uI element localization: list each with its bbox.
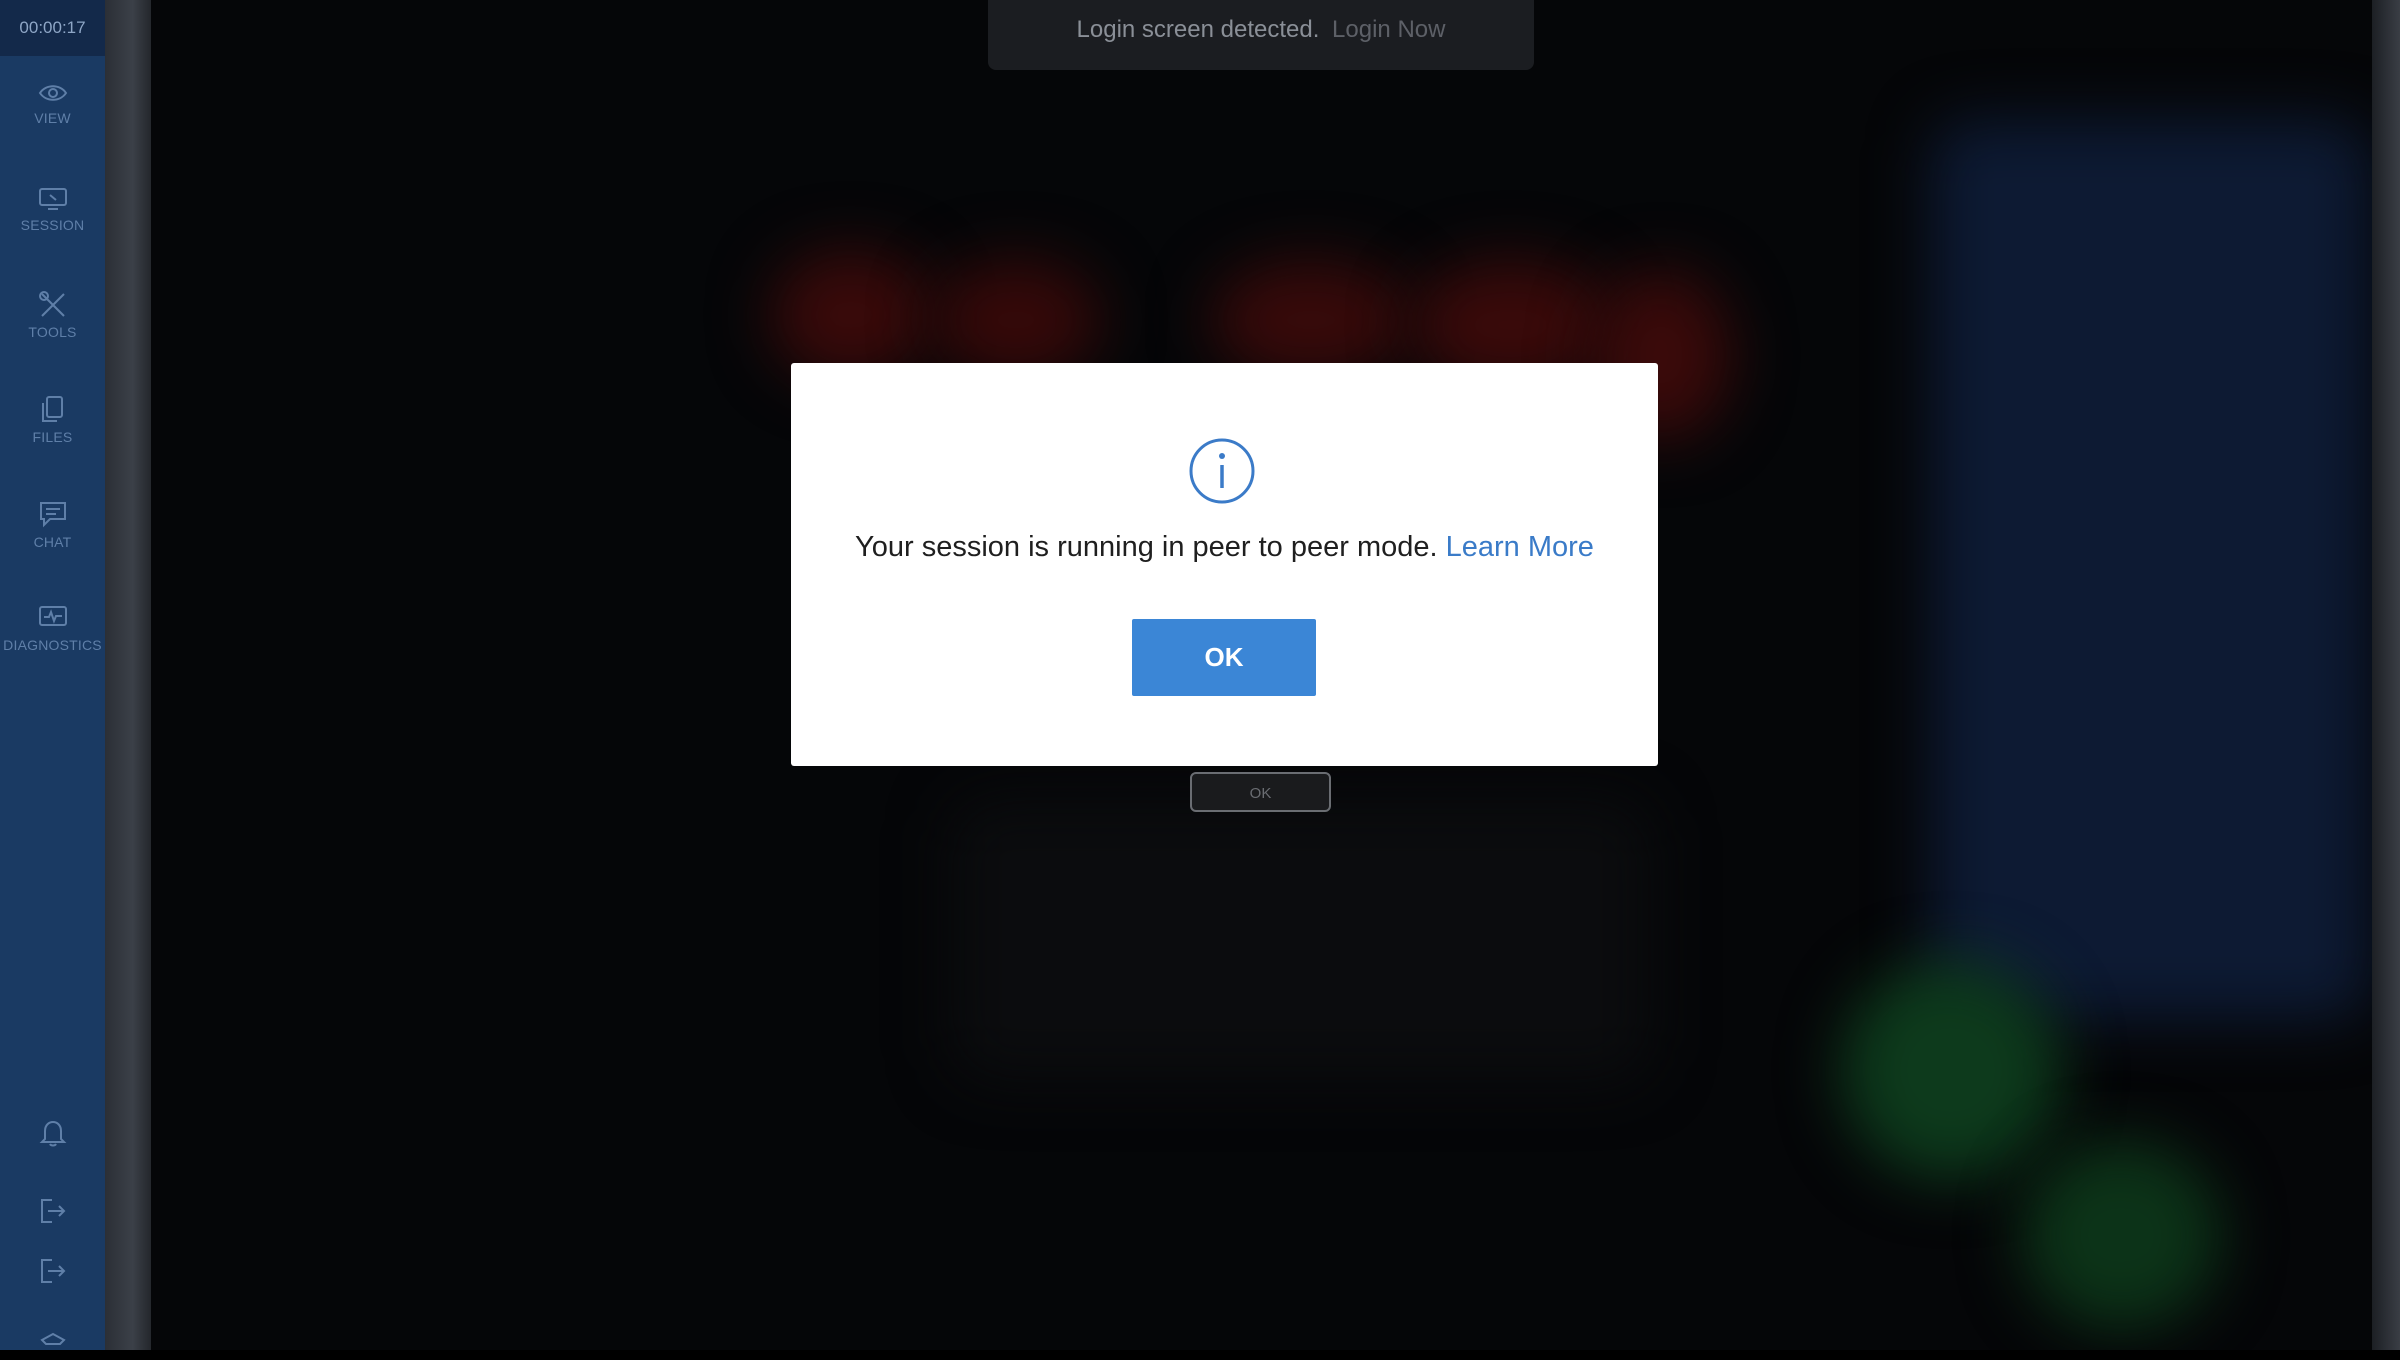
sidebar-item-view[interactable]: VIEW	[0, 82, 105, 126]
tools-icon	[38, 291, 65, 317]
sidebar-item-label: CHAT	[33, 534, 72, 550]
sidebar-item-files[interactable]: FILES	[0, 395, 105, 445]
sidebar-item-tools[interactable]: TOOLS	[0, 290, 105, 340]
eye-icon	[38, 85, 67, 101]
learn-more-link[interactable]: Learn More	[1446, 531, 1594, 563]
login-now-link[interactable]: Login Now	[1332, 16, 1445, 43]
sidebar-item-chat[interactable]: CHAT	[0, 500, 105, 550]
sidebar-item-label: FILES	[32, 429, 73, 445]
exit-icon[interactable]	[38, 1196, 68, 1226]
dialog-message-text: Your session is running in peer to peer …	[855, 531, 1438, 563]
session-timer: 00:00:17	[0, 0, 105, 56]
monitor-icon	[38, 188, 67, 210]
sidebar-item-label: SESSION	[20, 217, 85, 233]
settings-icon[interactable]	[38, 1330, 68, 1360]
chat-icon	[39, 502, 66, 528]
ok-button[interactable]: OK	[1132, 619, 1316, 696]
viewer-divider	[105, 0, 151, 1350]
banner-text: Login screen detected.	[1076, 16, 1320, 43]
sidebar-item-label: TOOLS	[28, 324, 77, 340]
diagnostics-icon	[38, 606, 67, 626]
dialog-message: Your session is running in peer to peer …	[791, 531, 1658, 564]
sidebar-item-label: DIAGNOSTICS	[3, 637, 102, 653]
background-ok-button[interactable]: OK	[1190, 772, 1331, 812]
sidebar-item-session[interactable]: SESSION	[0, 187, 105, 233]
files-icon	[41, 396, 63, 422]
viewer-edge	[2372, 0, 2400, 1350]
bell-icon[interactable]	[38, 1118, 68, 1148]
info-icon	[1189, 438, 1255, 504]
sidebar: 00:00:17 VIEW SESSION TOOLS FILES CHAT D…	[0, 0, 105, 1350]
peer-mode-dialog: Your session is running in peer to peer …	[791, 363, 1658, 766]
login-detected-banner: Login screen detected. Login Now	[988, 0, 1534, 70]
logout-icon[interactable]	[38, 1256, 68, 1286]
sidebar-item-diagnostics[interactable]: DIAGNOSTICS	[0, 605, 105, 653]
sidebar-item-label: VIEW	[34, 110, 71, 126]
